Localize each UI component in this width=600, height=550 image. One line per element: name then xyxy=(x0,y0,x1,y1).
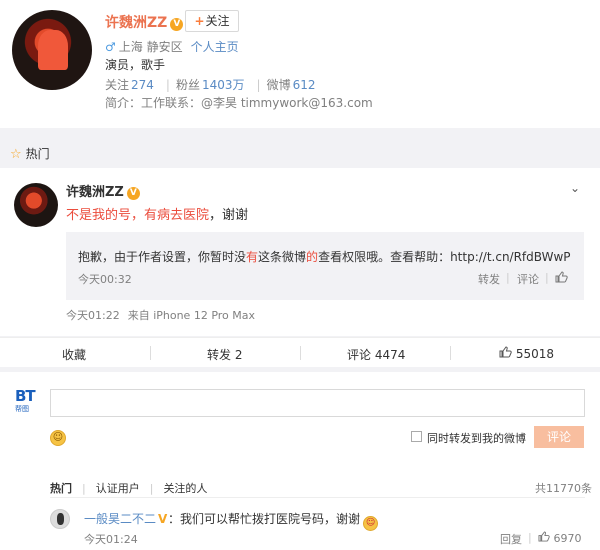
repost-checkbox[interactable] xyxy=(411,431,422,442)
current-user-avatar[interactable]: BT 帮图 xyxy=(15,389,41,419)
laugh-emoji-icon: ☺ xyxy=(363,516,379,531)
collect-button[interactable]: 收藏 xyxy=(62,346,86,363)
quoted-text: 抱歉，由于作者设置，你暂时没有这条微博的查看权限哦。查看帮助：http://t.… xyxy=(78,250,571,264)
post-action-bar: 收藏 转发 2 评论 4474 55018 xyxy=(0,337,600,367)
repost-checkbox-label[interactable]: 同时转发到我的微博 xyxy=(427,430,526,446)
comment-like-button[interactable]: 6970 xyxy=(538,531,582,545)
profile-avatar[interactable] xyxy=(12,10,92,90)
comment-tabs: 热门 | 认证用户 | 关注的人 xyxy=(50,482,208,495)
post-text: 不是我的号，有病去医院，谢谢 xyxy=(66,208,249,223)
comment-button[interactable]: 评论 4474 xyxy=(347,346,405,363)
quoted-time[interactable]: 今天00:32 xyxy=(78,271,132,287)
profile-card: 许魏洲ZZ V +关注 ♂ 上海 静安区 个人主页 演员，歌手 关注 274 | 粉丝 140… xyxy=(0,0,600,128)
vip-badge-icon: V xyxy=(158,512,168,526)
star-icon: ☆ xyxy=(10,147,22,162)
post-avatar[interactable] xyxy=(14,183,58,227)
post-time[interactable]: 今天01:22 xyxy=(66,309,120,322)
submit-comment-button[interactable]: 评论 xyxy=(534,426,584,448)
verified-icon: V xyxy=(170,18,184,31)
weibo-count-link[interactable]: 微博 612 xyxy=(267,78,328,92)
quoted-repost-button[interactable]: 转发 xyxy=(478,271,500,287)
profile-name[interactable]: 许魏洲ZZ V xyxy=(105,12,184,32)
commenter-name[interactable]: 一般昊二不二 V xyxy=(84,510,167,527)
like-icon xyxy=(538,531,550,545)
reply-button[interactable]: 回复 xyxy=(500,531,522,547)
comment-text: ：我们可以帮忙拨打医院号码，谢谢 ☺ xyxy=(168,510,379,531)
quoted-post: 抱歉，由于作者设置，你暂时没有这条微博的查看权限哦。查看帮助：http://t.… xyxy=(66,232,584,300)
tab-verified[interactable]: 认证用户 xyxy=(96,482,140,495)
like-icon xyxy=(499,346,512,361)
chevron-down-icon[interactable]: ⌄ xyxy=(570,181,580,195)
weibo-post: 许魏洲ZZ V ⌄ 不是我的号，有病去医院，谢谢 抱歉，由于作者设置，你暂时没有这… xyxy=(0,168,600,336)
emoji-icon[interactable]: ☺ xyxy=(50,430,66,446)
profile-location: ♂ 上海 静安区 个人主页 xyxy=(105,40,239,54)
profile-intro: 演员，歌手 xyxy=(105,58,166,72)
profile-description: 简介：工作联系：@李昊 timmywork@163.com xyxy=(105,96,373,110)
profile-stats: 关注 274 | 粉丝 1403万 | 微博 612 xyxy=(105,76,328,93)
hot-section-label: ☆ 热门 xyxy=(10,147,50,162)
comment-total: 共11770条 xyxy=(535,482,592,495)
commenter-avatar[interactable] xyxy=(50,509,70,529)
tab-hot[interactable]: 热门 xyxy=(50,482,72,495)
comment-time: 今天01:24 xyxy=(84,533,138,546)
post-source: 来自 iPhone 12 Pro Max xyxy=(127,309,256,322)
plus-icon: + xyxy=(194,14,205,28)
fans-link[interactable]: 粉丝 1403万 xyxy=(176,78,257,92)
follow-button[interactable]: +关注 xyxy=(185,10,239,32)
quoted-like-icon[interactable] xyxy=(555,271,568,286)
comment-input[interactable] xyxy=(50,389,585,417)
tab-following[interactable]: 关注的人 xyxy=(163,482,207,495)
like-button[interactable]: 55018 xyxy=(499,346,554,361)
homepage-link[interactable]: 个人主页 xyxy=(191,40,239,54)
following-link[interactable]: 关注 274 xyxy=(105,78,166,92)
post-author[interactable]: 许魏洲ZZ V xyxy=(66,181,140,200)
verified-icon: V xyxy=(126,187,140,200)
male-icon: ♂ xyxy=(105,40,116,54)
comment-section: BT 帮图 ☺ 同时转发到我的微博 评论 热门 | 认证用户 | 关注的人 共11770… xyxy=(0,372,600,550)
quoted-comment-button[interactable]: 评论 xyxy=(517,271,539,287)
repost-button[interactable]: 转发 2 xyxy=(207,346,242,363)
post-meta: 今天01:22 来自 iPhone 12 Pro Max xyxy=(66,307,263,323)
